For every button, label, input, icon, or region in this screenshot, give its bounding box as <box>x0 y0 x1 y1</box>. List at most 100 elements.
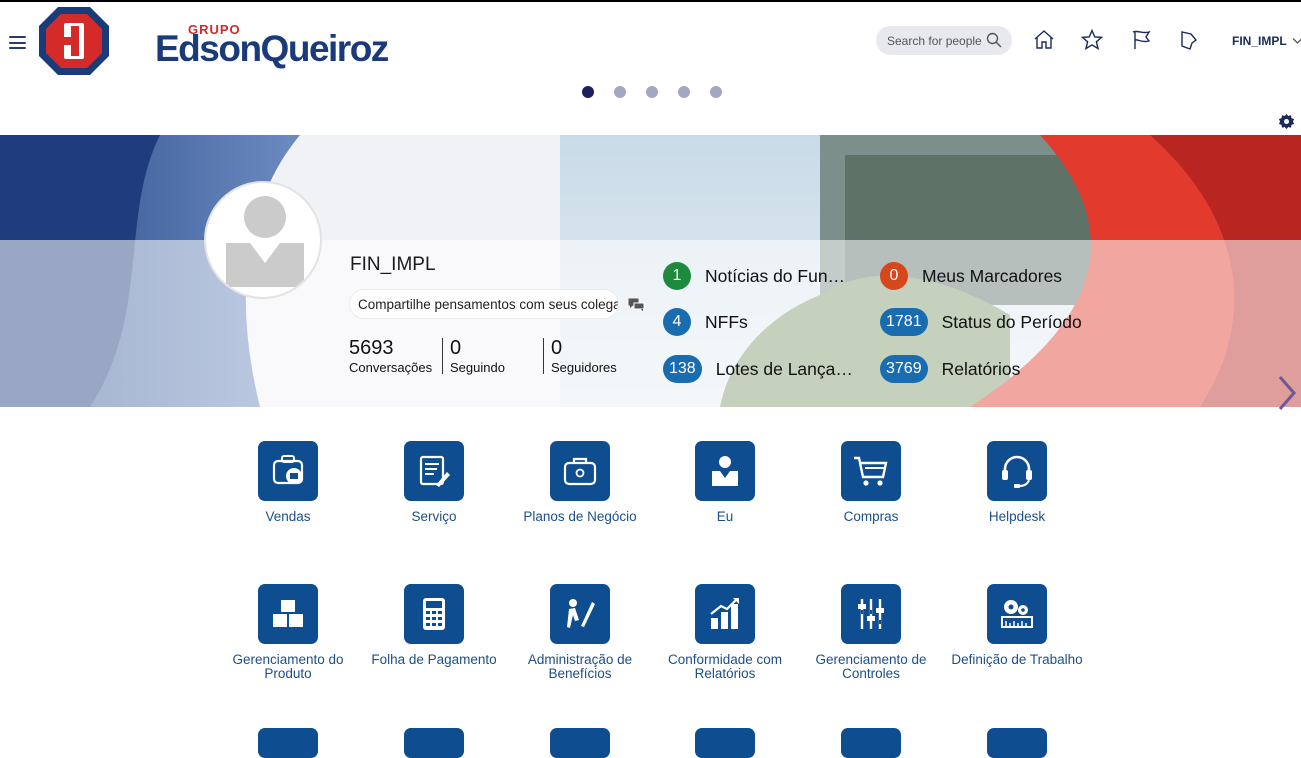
sliders-icon <box>858 599 884 629</box>
app-planos-de-negocio[interactable]: Planos de Negócio <box>505 441 655 524</box>
count-badge: 0 <box>880 262 908 290</box>
app-tile[interactable] <box>404 728 464 758</box>
app-tile[interactable] <box>987 441 1047 501</box>
app-tile[interactable] <box>695 728 755 758</box>
count-badge: 1781 <box>880 308 928 336</box>
notification-label: NFFs <box>705 311 748 332</box>
profile-banner <box>0 135 1301 407</box>
notification-news[interactable]: 1 Notícias do Fun… <box>663 262 845 290</box>
app-tile[interactable] <box>841 584 901 644</box>
app-label: Serviço <box>411 509 457 524</box>
stat-following[interactable]: 0 Seguindo <box>450 337 505 375</box>
app-tile[interactable] <box>550 584 610 644</box>
chevron-right-icon[interactable] <box>1276 374 1298 412</box>
app-tile[interactable] <box>550 728 610 758</box>
count-badge: 3769 <box>880 355 928 383</box>
stat-followers[interactable]: 0 Seguidores <box>551 337 617 375</box>
app-tile[interactable] <box>841 728 901 758</box>
notification-reports[interactable]: 3769 Relatórios <box>880 355 1020 383</box>
stat-conversations[interactable]: 5693 Conversações <box>349 337 432 375</box>
app-servico[interactable]: Serviço <box>359 441 509 524</box>
carousel-dots <box>582 86 722 98</box>
search-icon[interactable] <box>986 32 1002 48</box>
app-tile[interactable] <box>987 728 1047 758</box>
app-tile[interactable] <box>550 441 610 501</box>
user-name: FIN_IMPL <box>1232 34 1287 48</box>
app-gerenciamento-do-produto[interactable]: Gerenciamento do Produto <box>213 584 363 681</box>
service-icon <box>419 455 450 487</box>
bell-icon[interactable] <box>1177 28 1201 52</box>
app-definicao-de-trabalho[interactable]: Definição de Trabalho <box>942 584 1092 667</box>
app-label: Vendas <box>265 509 311 524</box>
gears-icon <box>1001 600 1033 628</box>
company-logo[interactable]: GRUPO EdsonQueiroz <box>38 6 389 76</box>
stat-value: 5693 <box>349 337 394 359</box>
app-conformidade-com-relatorios[interactable]: Conformidade com Relatórios <box>650 584 800 681</box>
notification-batches[interactable]: 138 Lotes de Lança… <box>663 355 853 383</box>
stat-value: 0 <box>551 337 563 359</box>
carousel-dot[interactable] <box>646 86 658 98</box>
app-gerenciamento-de-controles[interactable]: Gerenciamento de Controles <box>796 584 946 681</box>
carousel-dot[interactable] <box>710 86 722 98</box>
home-icon[interactable] <box>1032 28 1056 52</box>
top-border <box>0 0 1301 2</box>
person-placeholder-icon <box>226 196 304 287</box>
people-search-input[interactable]: Search for people <box>876 26 1012 55</box>
stat-divider <box>442 338 443 374</box>
banner-overlay <box>0 240 1301 407</box>
carousel-dot[interactable] <box>614 86 626 98</box>
app-tile[interactable] <box>258 728 318 758</box>
notification-label: Meus Marcadores <box>922 265 1063 286</box>
app-label: Eu <box>716 509 734 524</box>
count-badge: 138 <box>663 355 702 383</box>
hamburger-menu-icon[interactable] <box>9 36 26 49</box>
app-eu[interactable]: Eu <box>650 441 800 524</box>
notification-label: Status do Período <box>941 311 1082 332</box>
app-label: Planos de Negócio <box>523 509 637 524</box>
carousel-dot[interactable] <box>582 86 594 98</box>
briefcase-icon <box>563 457 597 486</box>
app-tile[interactable] <box>404 584 464 644</box>
app-administracao-de-beneficios[interactable]: Administração de Benefícios <box>505 584 655 681</box>
app-folha-de-pagamento[interactable]: Folha de Pagamento <box>359 584 509 667</box>
app-tile[interactable] <box>695 441 755 501</box>
person-icon <box>712 456 738 486</box>
app-vendas[interactable]: Vendas <box>213 441 363 524</box>
user-menu[interactable]: FIN_IMPL <box>1232 34 1301 48</box>
app-tile[interactable] <box>841 441 901 501</box>
app-compras[interactable]: Compras <box>796 441 946 524</box>
chat-bubbles-icon[interactable] <box>628 298 645 312</box>
app-helpdesk[interactable]: Helpdesk <box>942 441 1092 524</box>
star-icon[interactable] <box>1080 28 1104 52</box>
app-tile[interactable] <box>258 441 318 501</box>
notification-nffs[interactable]: 4 NFFs <box>663 308 748 336</box>
count-badge: 4 <box>663 308 691 336</box>
notification-label: Notícias do Fun… <box>705 265 846 286</box>
app-label: Gerenciamento do Produto <box>232 652 344 681</box>
app-tile[interactable] <box>404 441 464 501</box>
bar-chart-icon <box>710 598 739 629</box>
app-tile[interactable] <box>987 584 1047 644</box>
boxes-icon <box>273 600 303 627</box>
benefits-icon <box>567 599 595 628</box>
notification-period-status[interactable]: 1781 Status do Período <box>880 308 1082 336</box>
gear-icon[interactable] <box>1278 113 1295 130</box>
avatar[interactable] <box>204 181 322 299</box>
share-thoughts-input[interactable]: Compartilhe pensamentos com seus colegas <box>349 289 619 319</box>
notification-label: Relatórios <box>941 358 1021 379</box>
app-tile[interactable] <box>258 584 318 644</box>
carousel-dot[interactable] <box>678 86 690 98</box>
app-tile[interactable] <box>695 584 755 644</box>
notification-bookmarks[interactable]: 0 Meus Marcadores <box>880 262 1062 290</box>
flag-icon[interactable] <box>1129 28 1153 52</box>
chevron-down-icon <box>1292 38 1301 44</box>
stat-label: Seguidores <box>551 360 617 375</box>
sales-icon <box>272 455 304 485</box>
calculator-icon <box>423 598 445 630</box>
search-placeholder: Search for people <box>887 33 982 48</box>
app-label: Gerenciamento de Controles <box>815 652 927 681</box>
stat-divider <box>543 338 544 374</box>
stat-value: 0 <box>450 337 462 359</box>
headset-icon <box>1002 455 1032 488</box>
notification-label: Lotes de Lança… <box>715 358 853 379</box>
